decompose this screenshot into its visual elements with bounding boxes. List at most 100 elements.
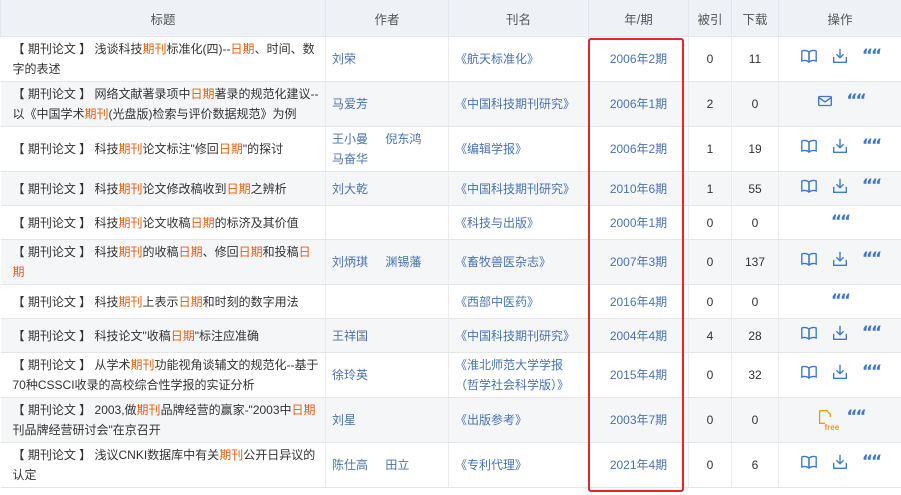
journal-link[interactable]: 《畜牧兽医杂志》 (448, 239, 589, 285)
author-link[interactable]: 刘星 (332, 413, 356, 427)
journal-link[interactable]: 《淮北师范大学学报（哲学社会科学版）》 (448, 352, 589, 398)
cite-quote-icon[interactable]: ““ (831, 292, 851, 310)
journal-link[interactable]: 《西部中医药》 (448, 284, 589, 319)
year-issue-link[interactable]: 2007年3期 (588, 239, 689, 285)
result-title[interactable]: 【 期刊论文 】 科技期刊论文收稿日期的标济及其价值 (0, 205, 326, 240)
result-title[interactable]: 【 期刊论文 】 科技期刊论文修改稿收到日期之辨析 (0, 171, 326, 206)
read-online-icon[interactable] (800, 47, 818, 65)
cite-quote-icon[interactable]: ““ (846, 92, 866, 110)
title-text[interactable]: 浅议CNKI数据库中有关 (95, 448, 220, 462)
title-text[interactable]: 浅谈科技 (95, 42, 143, 56)
journal-link[interactable]: 《中国科技期刊研究》 (448, 318, 589, 353)
title-text[interactable]: 科技 (95, 245, 119, 259)
result-title[interactable]: 【 期刊论文 】 科技期刊论文标注"修回日期"的探讨 (0, 126, 326, 172)
author-link[interactable]: 刘炳琪 (332, 255, 368, 269)
author-link[interactable]: 刘大乾 (332, 182, 368, 196)
read-online-icon[interactable] (800, 324, 818, 342)
cite-quote-icon[interactable]: ““ (846, 408, 866, 426)
title-text[interactable]: 科技 (95, 142, 119, 156)
header-author[interactable]: 作者 (325, 0, 449, 37)
year-issue-link[interactable]: 2010年6期 (588, 171, 689, 206)
title-text[interactable]: 和时刻的数字用法 (203, 295, 299, 309)
download-icon[interactable] (831, 177, 849, 195)
result-title[interactable]: 【 期刊论文 】 浅议CNKI数据库中有关期刊公开日异议的认定 (0, 442, 326, 488)
title-text[interactable]: "的探讨 (243, 142, 283, 156)
title-text[interactable]: 科技 (95, 295, 119, 309)
author-link[interactable]: 刘荣 (332, 52, 356, 66)
header-title[interactable]: 标题 (0, 0, 326, 37)
title-highlight-text[interactable]: 期刊 (143, 42, 167, 56)
year-issue-link[interactable]: 2015年4期 (588, 352, 689, 398)
cite-quote-icon[interactable]: ““ (862, 363, 882, 381)
title-highlight-text[interactable]: 日期 (179, 245, 203, 259)
title-highlight-text[interactable]: 期刊 (85, 107, 109, 121)
title-highlight-text[interactable]: 期刊 (219, 448, 243, 462)
result-title[interactable]: 【 期刊论文 】 从学术期刊功能视角谈辅文的规范化--基于70种CSSCI收录的… (0, 352, 326, 398)
year-issue-link[interactable]: 2004年4期 (588, 318, 689, 353)
read-online-icon[interactable] (800, 363, 818, 381)
author-link[interactable]: 徐玲英 (332, 368, 368, 382)
title-highlight-text[interactable]: 日期 (191, 216, 215, 230)
journal-link[interactable]: 《出版参考》 (448, 397, 589, 443)
journal-link[interactable]: 《编辑学报》 (448, 126, 589, 172)
title-highlight-text[interactable]: 日期 (292, 403, 316, 417)
title-highlight-text[interactable]: 日期 (191, 87, 215, 101)
title-text[interactable]: 的收稿 (143, 245, 179, 259)
journal-link[interactable]: 《中国科技期刊研究》 (448, 81, 589, 127)
title-text[interactable]: 论文标注"修回 (143, 142, 219, 156)
read-online-icon[interactable] (800, 137, 818, 155)
year-issue-link[interactable]: 2000年1期 (588, 205, 689, 240)
title-highlight-text[interactable]: 日期 (179, 295, 203, 309)
title-highlight-text[interactable]: 期刊 (119, 245, 143, 259)
title-text[interactable]: 科技 (95, 182, 119, 196)
title-text[interactable]: 从学术 (95, 358, 131, 372)
title-text[interactable]: 的标济及其价值 (215, 216, 299, 230)
year-issue-link[interactable]: 2006年2期 (588, 36, 689, 82)
free-fulltext-icon[interactable]: free (816, 408, 839, 432)
result-title[interactable]: 【 期刊论文 】 科技期刊上表示日期和时刻的数字用法 (0, 284, 326, 319)
author-link[interactable]: 马奋华 (332, 152, 368, 166)
title-highlight-text[interactable]: 期刊 (119, 216, 143, 230)
year-issue-link[interactable]: 2006年2期 (588, 126, 689, 172)
title-highlight-text[interactable]: 期刊 (137, 403, 161, 417)
author-link[interactable]: 王小曼 (332, 132, 368, 146)
result-title[interactable]: 【 期刊论文 】 科技论文"收稿日期"标注应准确 (0, 318, 326, 353)
journal-link[interactable]: 《航天标准化》 (448, 36, 589, 82)
title-text[interactable]: 之辨析 (251, 182, 287, 196)
title-highlight-text[interactable]: 期刊 (131, 358, 155, 372)
email-delivery-icon[interactable] (816, 92, 834, 110)
title-text[interactable]: 网络文献著录项中 (95, 87, 191, 101)
title-text[interactable]: 刊品牌经营研讨会"在京召开 (13, 423, 161, 437)
author-link[interactable]: 陈仕高 (332, 458, 368, 472)
title-highlight-text[interactable]: 期刊 (119, 182, 143, 196)
read-online-icon[interactable] (800, 250, 818, 268)
title-text[interactable]: 、修回 (203, 245, 239, 259)
header-download[interactable]: 下载 (731, 0, 779, 37)
cite-quote-icon[interactable]: ““ (862, 137, 882, 155)
title-highlight-text[interactable]: 日期 (227, 182, 251, 196)
author-link[interactable]: 马爱芳 (332, 97, 368, 111)
download-icon[interactable] (831, 250, 849, 268)
read-online-icon[interactable] (800, 177, 818, 195)
download-icon[interactable] (831, 137, 849, 155)
cite-quote-icon[interactable]: ““ (862, 250, 882, 268)
cite-quote-icon[interactable]: ““ (862, 324, 882, 342)
download-icon[interactable] (831, 47, 849, 65)
author-link[interactable]: 倪东鸿 (385, 132, 421, 146)
cite-quote-icon[interactable]: ““ (862, 453, 882, 471)
read-online-icon[interactable] (800, 453, 818, 471)
result-title[interactable]: 【 期刊论文 】 科技期刊的收稿日期、修回日期和投稿日期 (0, 239, 326, 285)
cite-quote-icon[interactable]: ““ (862, 177, 882, 195)
header-journal[interactable]: 刊名 (448, 0, 589, 37)
download-icon[interactable] (831, 363, 849, 381)
year-issue-link[interactable]: 2016年4期 (588, 284, 689, 319)
title-text[interactable]: "标注应准确 (195, 329, 259, 343)
header-cited[interactable]: 被引 (688, 0, 732, 37)
year-issue-link[interactable]: 2021年4期 (588, 442, 689, 488)
journal-link[interactable]: 《专利代理》 (448, 442, 589, 488)
title-highlight-text[interactable]: 期刊 (119, 295, 143, 309)
title-text[interactable]: 论文收稿 (143, 216, 191, 230)
title-highlight-text[interactable]: 日期 (239, 245, 263, 259)
title-highlight-text[interactable]: 日期 (171, 329, 195, 343)
title-text[interactable]: 上表示 (143, 295, 179, 309)
